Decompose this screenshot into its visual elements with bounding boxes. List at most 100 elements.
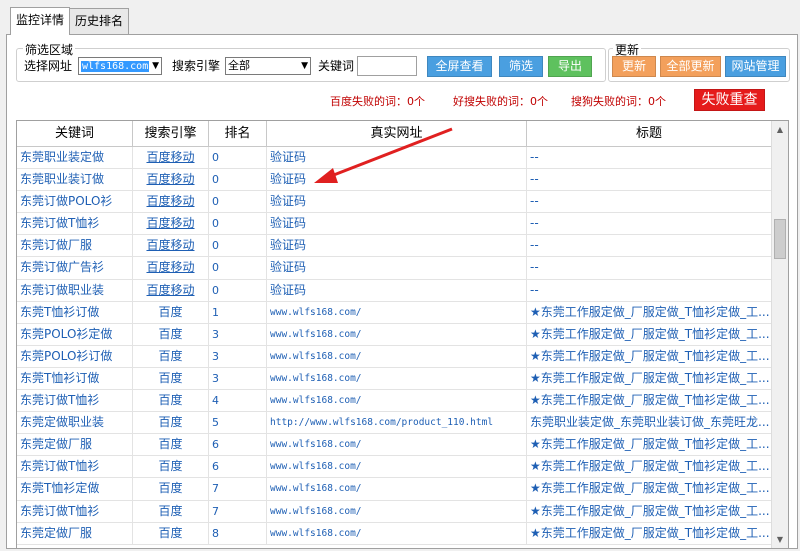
cell-keyword[interactable]: 东莞订做T恤衫 (17, 390, 133, 412)
cell-keyword[interactable]: 东莞订做广告衫 (17, 257, 133, 279)
cell-title[interactable]: -- (527, 213, 772, 235)
cell-engine[interactable]: 百度 (133, 345, 209, 367)
cell-rank[interactable]: 5 (209, 412, 267, 434)
table-row[interactable]: 东莞T恤衫订做 百度 1 www.wlfs168.com/★东莞工作服定做_厂服定做_… (17, 301, 772, 324)
cell-title[interactable]: ★东莞工作服定做_厂服定做_T恤衫定做_工... (527, 301, 772, 323)
cell-rank[interactable]: 0 (209, 257, 267, 279)
cell-title[interactable]: -- (527, 279, 772, 301)
cell-rank[interactable]: 3 (209, 323, 267, 345)
cell-keyword[interactable]: 东莞T恤衫订做 (17, 301, 133, 323)
cell-keyword[interactable]: 东莞订做T恤衫 (17, 500, 133, 522)
table-row[interactable]: 东莞订做广告衫 百度移动 0 验证码 -- (17, 257, 772, 280)
cell-url[interactable]: 验证码 (267, 257, 527, 279)
cell-keyword[interactable]: 东莞订做职业装 (17, 279, 133, 301)
cell-title[interactable]: -- (527, 257, 772, 279)
cell-title[interactable]: ★东莞工作服定做_厂服定做_T恤衫定做_工... (527, 345, 772, 367)
table-row[interactable]: 东莞职业装订做 百度移动 0 验证码 -- (17, 169, 772, 192)
header-url[interactable]: 真实网址 (267, 121, 527, 147)
cell-rank[interactable]: 0 (209, 279, 267, 301)
cell-url[interactable]: www.wlfs168.com/ (267, 345, 527, 367)
table-row[interactable]: 东莞订做职业装 百度移动 0 验证码 -- (17, 279, 772, 302)
table-row[interactable]: 东莞T恤衫定做 百度 7 www.wlfs168.com/★东莞工作服定做_厂服定做_… (17, 478, 772, 501)
tab-history-rank[interactable]: 历史排名 (69, 8, 130, 34)
cell-title[interactable]: -- (527, 235, 772, 257)
export-button[interactable]: 导出 (548, 56, 592, 77)
cell-engine[interactable]: 百度 (133, 478, 209, 500)
cell-keyword[interactable]: 东莞T恤衫定做 (17, 478, 133, 500)
cell-rank[interactable]: 3 (209, 345, 267, 367)
cell-engine[interactable]: 百度移动 (133, 235, 209, 257)
cell-url[interactable]: www.wlfs168.com/ (267, 323, 527, 345)
cell-rank[interactable]: 0 (209, 147, 267, 169)
cell-url[interactable]: 验证码 (267, 235, 527, 257)
cell-engine[interactable]: 百度 (133, 390, 209, 412)
cell-rank[interactable]: 0 (209, 191, 267, 213)
header-rank[interactable]: 排名 (209, 121, 267, 147)
cell-title[interactable]: ★东莞工作服定做_厂服定做_T恤衫定做_工... (527, 367, 772, 390)
cell-url[interactable]: www.wlfs168.com/ (267, 478, 527, 500)
fullscreen-view-button[interactable]: 全屏查看 (427, 56, 492, 77)
header-title[interactable]: 标题 (527, 121, 772, 147)
table-row[interactable]: 东莞订做T恤衫 百度 4 www.wlfs168.com/★东莞工作服定做_厂服定做_… (17, 390, 772, 413)
cell-keyword[interactable]: 东莞定做厂服 (17, 522, 133, 544)
cell-keyword[interactable]: 东莞职业装定做 (17, 147, 133, 169)
engine-select[interactable]: 全部 ▼ (225, 57, 311, 75)
cell-url[interactable]: 验证码 (267, 169, 527, 191)
cell-url[interactable]: www.wlfs168.com/ (267, 434, 527, 456)
table-row[interactable]: 东莞订做厂服 百度移动 0 验证码 -- (17, 235, 772, 258)
cell-engine[interactable]: 百度 (133, 522, 209, 544)
cell-rank[interactable]: 6 (209, 456, 267, 478)
retry-failed-button[interactable]: 失败重查 (694, 89, 765, 111)
cell-keyword[interactable]: 东莞定做职业装 (17, 412, 133, 434)
cell-keyword[interactable]: 东莞订做T恤衫 (17, 213, 133, 235)
cell-engine[interactable]: 百度 (133, 456, 209, 478)
cell-keyword[interactable]: 东莞职业装订做 (17, 169, 133, 191)
cell-url[interactable]: 验证码 (267, 213, 527, 235)
table-row[interactable]: 东莞订做POLO衫 百度移动 0 验证码 -- (17, 191, 772, 214)
cell-url[interactable]: 验证码 (267, 147, 527, 169)
cell-engine[interactable]: 百度 (133, 301, 209, 323)
table-row[interactable]: 东莞定做厂服 百度 8 www.wlfs168.com/★东莞工作服定做_厂服定做_T… (17, 522, 772, 545)
table-row[interactable]: 东莞POLO衫订做 百度 3 www.wlfs168.com/★东莞工作服定做_厂服定… (17, 345, 772, 368)
cell-title[interactable]: -- (527, 147, 772, 169)
cell-url[interactable]: 验证码 (267, 191, 527, 213)
filter-button[interactable]: 筛选 (499, 56, 543, 77)
cell-url[interactable]: www.wlfs168.com/ (267, 456, 527, 478)
cell-title[interactable]: ★东莞工作服定做_厂服定做_T恤衫定做_工... (527, 478, 772, 500)
site-manage-button[interactable]: 网站管理 (725, 56, 786, 77)
cell-title[interactable]: ★东莞工作服定做_厂服定做_T恤衫定做_工... (527, 323, 772, 345)
header-keyword[interactable]: 关键词 (17, 121, 133, 147)
cell-engine[interactable]: 百度移动 (133, 279, 209, 301)
cell-rank[interactable]: 0 (209, 213, 267, 235)
cell-engine[interactable]: 百度 (133, 412, 209, 434)
cell-keyword[interactable]: 东莞订做T恤衫 (17, 456, 133, 478)
site-select[interactable]: wlfs168.com ▼ (78, 57, 162, 75)
cell-title[interactable]: ★东莞工作服定做_厂服定做_T恤衫定做_工... (527, 522, 772, 544)
scroll-down-icon[interactable]: ▼ (772, 531, 788, 548)
vertical-scrollbar[interactable]: ▲ ▼ (771, 121, 788, 548)
cell-title[interactable]: ★东莞工作服定做_厂服定做_T恤衫定做_工... (527, 390, 772, 412)
cell-keyword[interactable]: 东莞订做POLO衫 (17, 191, 133, 213)
cell-rank[interactable]: 1 (209, 301, 267, 323)
cell-url[interactable]: www.wlfs168.com/ (267, 301, 527, 323)
cell-keyword[interactable]: 东莞定做厂服 (17, 434, 133, 456)
cell-engine[interactable]: 百度移动 (133, 213, 209, 235)
cell-engine[interactable]: 百度移动 (133, 191, 209, 213)
cell-rank[interactable]: 4 (209, 390, 267, 412)
cell-title[interactable]: 东莞职业装定做_东莞职业装订做_东莞旺龙... (527, 412, 772, 434)
cell-title[interactable]: ★东莞工作服定做_厂服定做_T恤衫定做_工... (527, 500, 772, 522)
cell-rank[interactable]: 7 (209, 478, 267, 500)
table-row[interactable]: 东莞订做T恤衫 百度 7 www.wlfs168.com/★东莞工作服定做_厂服定做_… (17, 500, 772, 523)
cell-url[interactable]: www.wlfs168.com/ (267, 367, 527, 390)
cell-engine[interactable]: 百度 (133, 367, 209, 390)
table-row[interactable]: 东莞T恤衫订做 百度 3 www.wlfs168.com/★东莞工作服定做_厂服定做_… (17, 367, 772, 391)
table-row[interactable]: 东莞POLO衫定做 百度 3 www.wlfs168.com/★东莞工作服定做_厂服定… (17, 323, 772, 346)
cell-url[interactable]: www.wlfs168.com/ (267, 522, 527, 544)
table-row[interactable]: 东莞定做厂服 百度 6 www.wlfs168.com/★东莞工作服定做_厂服定做_T… (17, 434, 772, 457)
refresh-button[interactable]: 更新 (612, 56, 656, 77)
cell-engine[interactable]: 百度 (133, 323, 209, 345)
cell-keyword[interactable]: 东莞T恤衫订做 (17, 367, 133, 390)
header-engine[interactable]: 搜索引擎 (133, 121, 209, 147)
cell-keyword[interactable]: 东莞POLO衫订做 (17, 345, 133, 367)
cell-url[interactable]: www.wlfs168.com/ (267, 500, 527, 522)
